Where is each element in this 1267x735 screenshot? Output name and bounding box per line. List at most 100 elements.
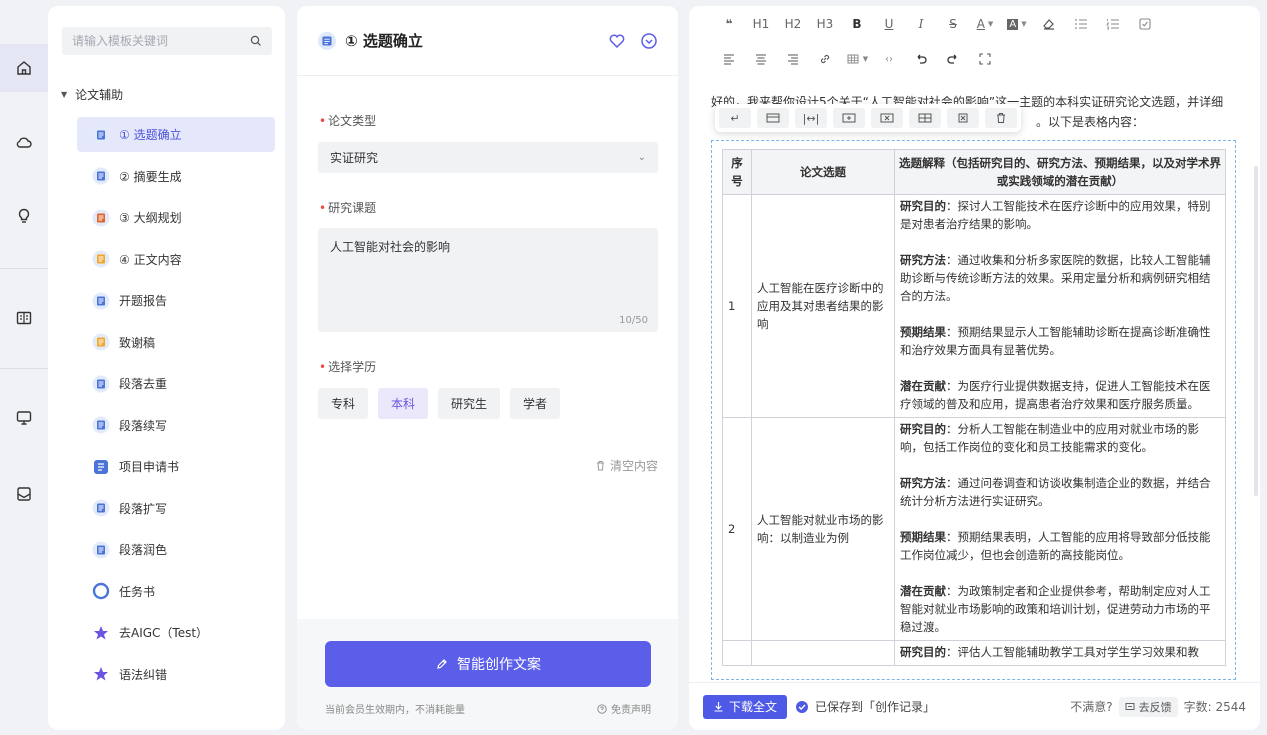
sidebar-item-1[interactable]: ① 选题确立	[77, 117, 275, 152]
pen-icon	[437, 659, 447, 669]
table-header-icon[interactable]	[757, 108, 789, 128]
sidebar-item-label: ③ 大纲规划	[119, 211, 182, 225]
sidebar-item-label: 致谢稿	[119, 335, 156, 350]
delete-row-icon[interactable]	[871, 108, 903, 128]
font-color-button[interactable]: A ▼	[969, 12, 1001, 36]
form-header: ① 选题确立	[297, 6, 678, 76]
insert-col-icon[interactable]	[909, 108, 941, 128]
polish-icon	[91, 540, 111, 560]
sidebar-item-13[interactable]: 去AIGC（Test）	[77, 615, 275, 650]
table-width-icon[interactable]: |↔|	[795, 108, 827, 128]
paper-type-select[interactable]: 实证研究 ⌄	[318, 142, 658, 173]
trash-icon	[596, 461, 604, 471]
sidebar-item-4[interactable]: ④ 正文内容	[77, 242, 275, 277]
home-icon[interactable]	[0, 44, 48, 92]
sidebar-item-label: ④ 正文内容	[119, 252, 182, 267]
rail-divider	[0, 368, 48, 369]
monitor-icon[interactable]	[0, 394, 48, 442]
mail-icon[interactable]	[0, 470, 48, 518]
italic-button[interactable]: I	[905, 12, 937, 36]
h2-button[interactable]: H2	[777, 12, 809, 36]
task-icon	[91, 581, 111, 601]
sidebar-item-5[interactable]: 开题报告	[77, 283, 275, 318]
sidebar-item-8[interactable]: 段落续写	[77, 408, 275, 443]
degree-options: 专科 本科 研究生 学者	[318, 388, 561, 419]
feedback-button[interactable]: 去反馈	[1118, 696, 1178, 717]
degree-option-benke[interactable]: 本科	[378, 388, 429, 419]
book-icon[interactable]	[0, 294, 48, 342]
delete-col-icon[interactable]	[947, 108, 979, 128]
generate-button[interactable]: 智能创作文案	[325, 641, 651, 687]
collapse-icon[interactable]	[640, 32, 658, 50]
table-row: 1 人工智能在医疗诊断中的应用及其对患者结果的影响 研究目的：探讨人工智能技术在医疗…	[722, 194, 1226, 418]
degree-option-graduate[interactable]: 研究生	[438, 388, 501, 419]
bullet-list-icon[interactable]	[1065, 12, 1097, 36]
dedupe-icon	[91, 374, 111, 394]
code-icon[interactable]: ‹›	[873, 47, 905, 71]
unsatisfied-text: 不满意?	[1070, 700, 1113, 714]
delete-table-icon[interactable]	[985, 108, 1017, 128]
header-no: 序号	[722, 149, 752, 195]
underline-button[interactable]: U	[873, 12, 905, 36]
quote-button[interactable]: ❝	[713, 12, 745, 36]
sidebar-item-9[interactable]: 项目申请书	[77, 449, 275, 484]
insert-row-icon[interactable]	[833, 108, 865, 128]
degree-option-scholar[interactable]: 学者	[510, 388, 561, 419]
tree-group-header[interactable]: ▼ 论文辅助	[61, 86, 123, 103]
align-left-icon[interactable]	[713, 47, 745, 71]
sidebar-item-label: ① 选题确立	[119, 128, 182, 142]
h3-button[interactable]: H3	[809, 12, 841, 36]
clear-content-button[interactable]: 清空内容	[595, 457, 658, 474]
lightbulb-icon[interactable]	[0, 192, 48, 240]
bold-button[interactable]: B	[841, 12, 873, 36]
sidebar-item-2[interactable]: ② 摘要生成	[77, 159, 275, 194]
align-center-icon[interactable]	[745, 47, 777, 71]
continue-icon	[91, 415, 111, 435]
cloud-icon[interactable]	[0, 118, 48, 166]
editor-scrollbar[interactable]	[1254, 166, 1258, 496]
ordered-list-icon[interactable]	[1097, 12, 1129, 36]
sidebar-item-7[interactable]: 段落去重	[77, 366, 275, 401]
star-icon	[91, 664, 111, 684]
undo-icon[interactable]	[905, 47, 937, 71]
sidebar-item-label: 段落扩写	[119, 501, 168, 516]
disclaimer-link[interactable]: 免责声明	[597, 701, 651, 716]
template-search[interactable]	[62, 27, 272, 55]
sidebar-item-14[interactable]: 语法纠错	[77, 657, 275, 692]
sidebar-item-12[interactable]: 任务书	[77, 574, 275, 609]
research-topic-label: • 研究课题	[319, 201, 377, 215]
sidebar-item-11[interactable]: 段落润色	[77, 532, 275, 567]
desc-result: 预期结果：预期结果显示人工智能辅助诊断在提高诊断准确性和治疗效果方面具有显著优势…	[900, 325, 1211, 357]
desc-method: 研究方法：通过问卷调查和访谈收集制造企业的数据，并结合统计分析方法进行实证研究。	[900, 476, 1211, 508]
highlight-button[interactable]: A ▼	[1001, 12, 1033, 36]
sidebar-item-3[interactable]: ③ 大纲规划	[77, 200, 275, 235]
enter-icon[interactable]: ↵	[719, 108, 751, 128]
word-count: 字数: 2544	[1183, 700, 1246, 714]
align-right-icon[interactable]	[777, 47, 809, 71]
fullscreen-icon[interactable]	[969, 47, 1001, 71]
sidebar-item-6[interactable]: 致谢稿	[77, 325, 275, 360]
h1-button[interactable]: H1	[745, 12, 777, 36]
abstract-icon	[91, 166, 111, 186]
redo-icon[interactable]	[937, 47, 969, 71]
table-insert-button[interactable]: ▼	[841, 47, 873, 71]
download-button[interactable]: 下载全文	[703, 694, 788, 719]
link-icon[interactable]	[809, 47, 841, 71]
form-panel: ① 选题确立 • 论文类型 实证研究 ⌄ • 研究课题 人工智能对社会的影响 10/…	[297, 6, 678, 730]
eraser-icon[interactable]	[1033, 12, 1065, 36]
degree-option-zhuanke[interactable]: 专科	[318, 388, 369, 419]
table-row: 2 人工智能对就业市场的影响：以制造业为例 研究目的：分析人工智能在制造业中的应用对…	[722, 417, 1226, 641]
template-search-input[interactable]	[72, 34, 250, 48]
cell-desc: 研究目的：探讨人工智能技术在医疗诊断中的应用效果，特别是对患者治疗结果的影响。研…	[894, 194, 1226, 418]
checklist-icon[interactable]	[1129, 12, 1161, 36]
strikethrough-button[interactable]: S	[937, 12, 969, 36]
tree-group-label: 论文辅助	[75, 88, 124, 102]
sidebar-item-10[interactable]: 段落扩写	[77, 491, 275, 526]
download-icon	[714, 702, 723, 712]
cell-title: 人工智能对就业市场的影响：以制造业为例	[751, 417, 895, 641]
topic-icon	[91, 125, 111, 145]
research-topic-input[interactable]: 人工智能对社会的影响 10/50	[318, 228, 658, 332]
editor-toolbar-row-2: ▼ ‹›	[713, 47, 1001, 71]
heart-icon[interactable]	[608, 32, 626, 50]
search-icon[interactable]	[250, 35, 262, 47]
